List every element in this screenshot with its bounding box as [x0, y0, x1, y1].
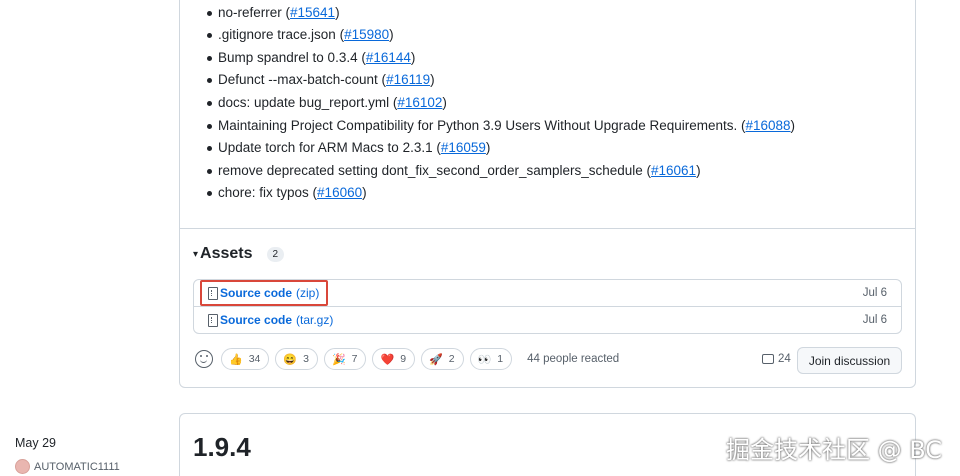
heart-icon: ❤️: [380, 353, 395, 366]
asset-date: Jul 6: [862, 314, 887, 326]
avatar: [15, 459, 30, 474]
reactions-bar: 👍 34 😄 3 🎉 7 ❤️ 9 🚀 2 👀 1 44 people reacted: [193, 348, 619, 370]
add-reaction-icon[interactable]: [195, 350, 213, 368]
pr-link[interactable]: #16060: [317, 185, 362, 200]
pr-link[interactable]: #15641: [290, 5, 335, 20]
list-item: chore: fix typos (#16060): [207, 185, 367, 200]
list-item: Maintaining Project Compatibility for Py…: [206, 118, 796, 133]
pr-link[interactable]: #15980: [344, 27, 389, 42]
comment-icon: [762, 354, 774, 364]
join-discussion-button[interactable]: Join discussion: [797, 347, 902, 374]
release-date: May 29: [15, 436, 56, 450]
assets-counter: 2: [266, 246, 285, 262]
file-zip-icon: [208, 314, 218, 327]
reaction-rocket[interactable]: 🚀 2: [421, 348, 464, 370]
list-item: no-referrer (#15641): [207, 5, 340, 20]
section-divider: [180, 228, 915, 229]
pr-link[interactable]: #16144: [366, 50, 411, 65]
list-item: Bump spandrel to 0.3.4 (#16144): [206, 50, 416, 65]
asset-date: Jul 6: [862, 287, 887, 299]
rocket-icon: 🚀: [429, 353, 443, 366]
pr-link[interactable]: #16119: [386, 72, 430, 87]
thumbs-up-icon: 👍: [229, 353, 243, 366]
pr-link[interactable]: #16061: [651, 163, 696, 178]
list-item: docs: update bug_report.yml (#16102): [207, 95, 447, 110]
assets-title: Assets: [200, 245, 253, 262]
release-version-title[interactable]: 1.9.4: [193, 432, 251, 463]
list-item: Defunct --max-batch-count (#16119): [207, 72, 435, 87]
reaction-thumbsup[interactable]: 👍 34: [221, 348, 270, 370]
party-icon: 🎉: [331, 353, 346, 366]
reaction-hooray[interactable]: 🎉 7: [323, 348, 367, 370]
eyes-icon: 👀: [477, 353, 492, 366]
list-item: Update torch for ARM Macs to 2.3.1 (#160…: [206, 140, 491, 155]
reaction-summary[interactable]: 44 people reacted: [527, 353, 619, 365]
asset-ext[interactable]: (tar.gz): [296, 313, 333, 327]
laugh-icon: 😄: [283, 353, 298, 366]
list-item: remove deprecated setting dont_fix_secon…: [207, 163, 701, 178]
reaction-laugh[interactable]: 😄 3: [275, 348, 318, 370]
comment-count[interactable]: 24: [762, 353, 791, 365]
list-item: .gitignore trace.json (#15980): [207, 27, 394, 42]
reaction-heart[interactable]: ❤️ 9: [372, 348, 416, 370]
release-author[interactable]: AUTOMATIC1111: [15, 459, 120, 474]
assets-toggle[interactable]: ▾ Assets 2: [193, 245, 285, 263]
annotation-highlight-box: [200, 280, 328, 306]
pr-link[interactable]: #16088: [745, 118, 790, 133]
asset-row[interactable]: Source code (tar.gz) Jul 6: [194, 307, 901, 334]
pr-link[interactable]: #16059: [441, 140, 486, 155]
reaction-eyes[interactable]: 👀 1: [469, 348, 513, 370]
caret-down-icon: ▾: [193, 248, 199, 260]
asset-link[interactable]: Source code: [220, 313, 292, 327]
watermark: 掘金技术社区 @ BC: [726, 436, 943, 464]
pr-link[interactable]: #16102: [397, 95, 442, 110]
